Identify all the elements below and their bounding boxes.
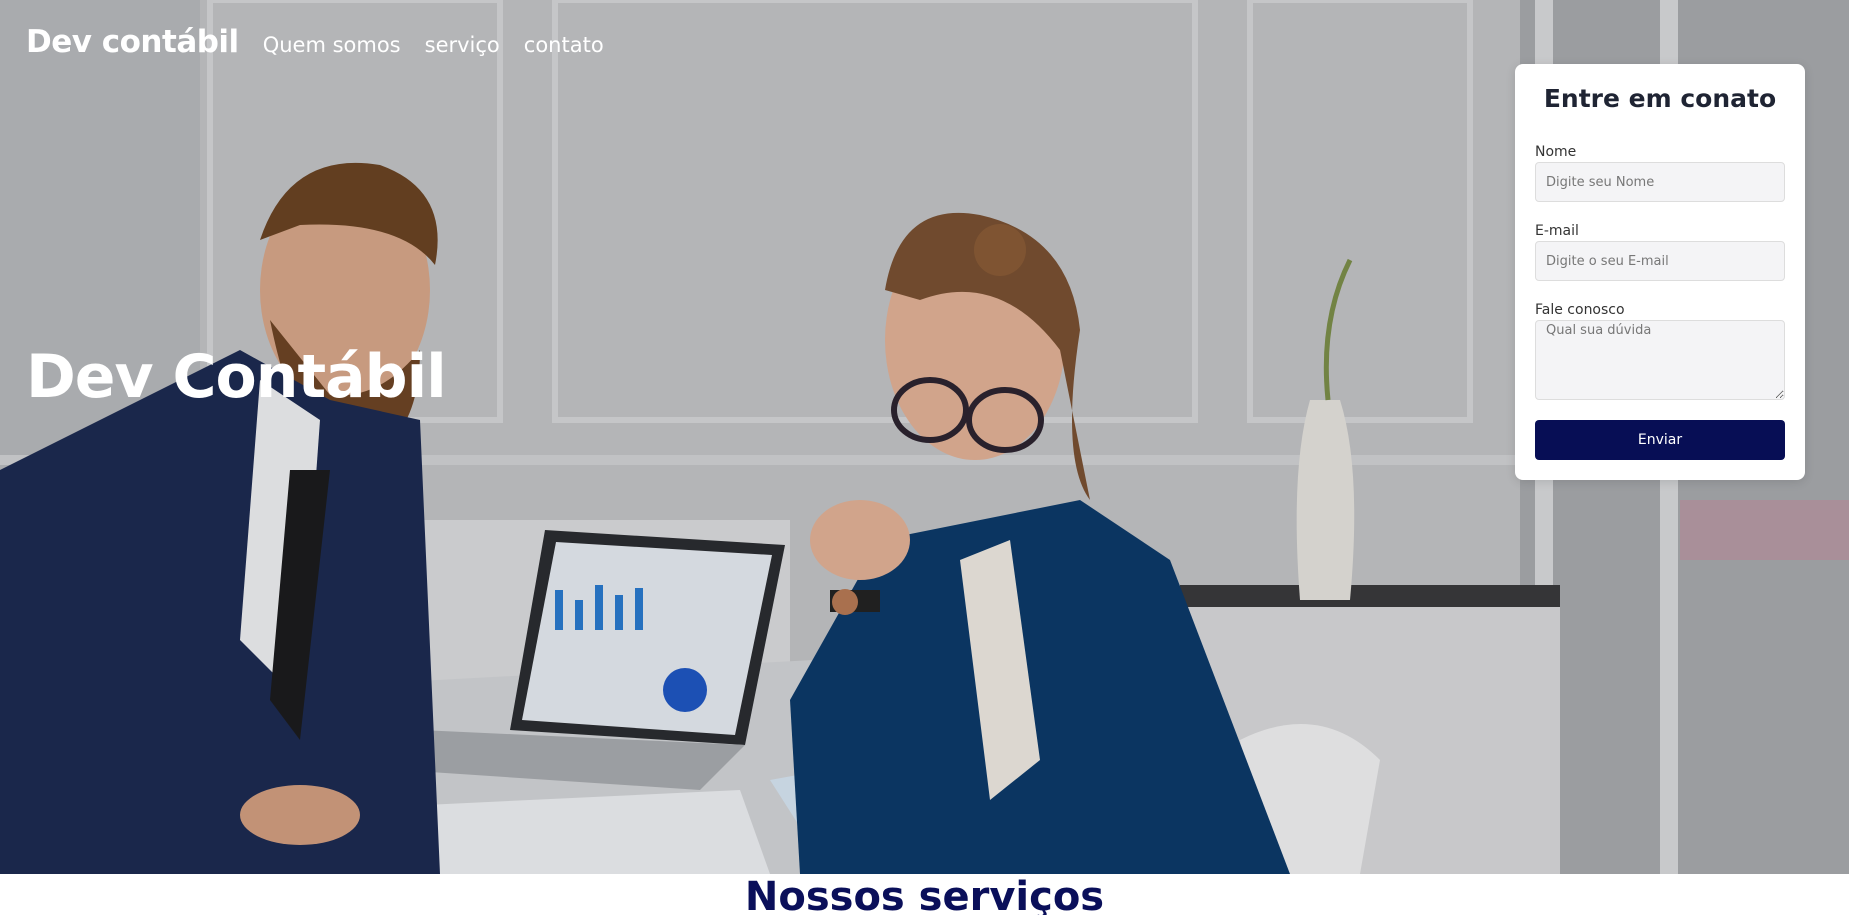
nav-link-contato[interactable]: contato [524,33,604,57]
name-label: Nome [1535,144,1577,160]
nav-link-quem-somos[interactable]: Quem somos [263,33,401,57]
email-input[interactable] [1535,241,1785,281]
email-field-group: E-mail [1535,223,1785,281]
nav-link-servico[interactable]: serviço [425,33,500,57]
message-label: Fale conosco [1535,302,1625,318]
contact-form-card: Entre em conato Nome E-mail Fale conosco… [1515,64,1805,480]
email-label: E-mail [1535,223,1579,239]
hero-title: Dev Contábil [26,342,447,412]
brand-logo[interactable]: Dev contábil [26,24,239,60]
name-field-group: Nome [1535,144,1785,202]
name-input[interactable] [1535,162,1785,202]
services-section-title: Nossos serviços [744,874,1105,915]
contact-form-title: Entre em conato [1543,84,1777,113]
message-field-group: Fale conosco [1535,302,1785,400]
message-textarea[interactable] [1535,320,1785,400]
submit-group: Enviar [1535,420,1785,460]
hero-section: Dev contábil Quem somos serviço contato … [0,0,1849,874]
main-navbar: Dev contábil Quem somos serviço contato [26,24,604,60]
send-button[interactable]: Enviar [1535,420,1785,460]
